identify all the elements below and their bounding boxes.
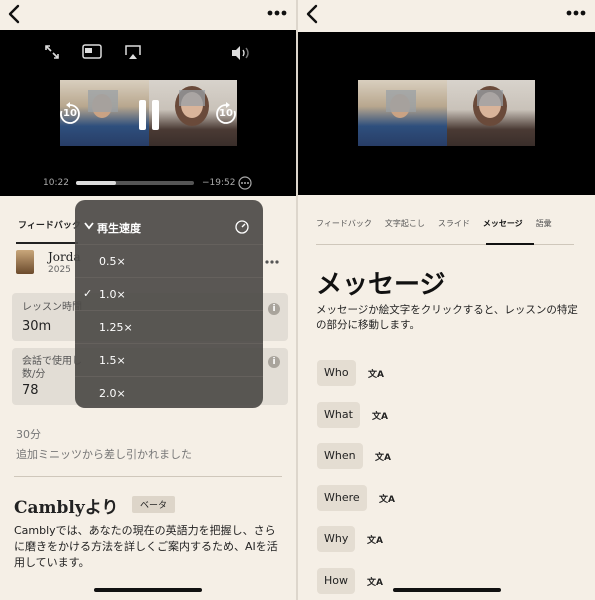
tab-bar: フィードバック 文字起こし スライド メッセージ 語彙: [316, 218, 552, 229]
options-circle-icon[interactable]: [238, 176, 252, 190]
speed-option[interactable]: ✓ 1.0×: [75, 278, 263, 311]
lesson-time-label: レッスン時間: [22, 302, 82, 313]
airplay-icon[interactable]: [124, 44, 142, 60]
message-chip[interactable]: Who: [317, 360, 356, 386]
pause-button[interactable]: [137, 98, 161, 136]
deducted-note: 追加ミニッツから差し引かれました: [16, 448, 192, 461]
active-tab-underline: [486, 243, 534, 245]
words-label-line2: 数/分: [22, 369, 46, 380]
participant-left: [358, 80, 447, 146]
speed-option-label: 1.25×: [99, 321, 133, 334]
translate-icon[interactable]: 文A: [367, 533, 383, 549]
top-nav: [0, 0, 296, 30]
skip-back-button[interactable]: 10: [58, 102, 82, 130]
translate-icon[interactable]: 文A: [375, 450, 391, 466]
from-cambly-title: Camblyより: [14, 498, 119, 518]
home-indicator: [94, 588, 202, 592]
message-chip[interactable]: When: [317, 443, 363, 469]
beta-badge: ベータ: [132, 496, 176, 513]
home-indicator: [392, 588, 501, 592]
video-player[interactable]: [298, 32, 595, 195]
speed-option-label: 1.0×: [99, 288, 126, 301]
from-cambly-text: Camblyでは、あなたの現在の英語力を把握し、さらに磨きをかける方法を詳しくご…: [14, 524, 278, 569]
message-chip[interactable]: Why: [317, 526, 356, 552]
tab-feedback[interactable]: フィードバック: [18, 218, 81, 231]
page-description: メッセージか絵文字をクリックすると、レッスンの特定の部分に移動します。: [316, 304, 578, 331]
tab-bar-line: [316, 244, 574, 245]
words-label-line1: 会話で使用し: [22, 356, 82, 367]
tab-messages[interactable]: メッセージ: [483, 218, 523, 229]
lesson-time-value: 30m: [22, 319, 52, 334]
translate-icon[interactable]: 文A: [367, 575, 383, 591]
translate-icon[interactable]: 文A: [372, 409, 388, 425]
chevron-left-icon: [306, 4, 318, 24]
video-player[interactable]: 10 10 10:22 −19:52: [0, 30, 296, 196]
translate-icon[interactable]: 文A: [379, 492, 395, 508]
page-title: メッセージ: [316, 270, 446, 300]
row-more-icon[interactable]: [264, 258, 280, 266]
avatar: [16, 250, 34, 274]
speed-option[interactable]: 1.25×: [75, 311, 263, 344]
checkmark-icon: ✓: [83, 287, 93, 300]
speed-option[interactable]: 1.5×: [75, 344, 263, 377]
playback-speed-header[interactable]: 再生速度: [75, 200, 263, 245]
message-chip[interactable]: Where: [317, 484, 367, 511]
info-icon[interactable]: i: [268, 303, 280, 315]
ellipsis-icon: [267, 10, 287, 16]
left-screen: 10 10 10:22 −19:52 フィードバック Jorda 2025 レッ…: [0, 0, 296, 600]
translate-icon[interactable]: 文A: [368, 367, 384, 383]
skip-forward-value: 10: [219, 108, 233, 119]
scrubber-progress: [76, 181, 117, 185]
skip-forward-button[interactable]: 10: [214, 102, 238, 130]
picture-in-picture-icon[interactable]: [82, 44, 102, 60]
volume-icon[interactable]: [230, 45, 252, 61]
pause-icon: [139, 100, 159, 130]
words-value: 78: [22, 383, 39, 398]
tab-slides[interactable]: スライド: [438, 218, 470, 229]
top-nav: [298, 0, 595, 30]
skip-back-value: 10: [63, 108, 77, 119]
participant-right: [446, 80, 535, 146]
lesson-date: 2025: [48, 265, 71, 275]
video-frame: [358, 80, 535, 146]
right-screen: フィードバック 文字起こし スライド メッセージ 語彙 メッセージ メッセージか…: [298, 0, 595, 600]
back-button[interactable]: [4, 2, 26, 26]
more-button[interactable]: [264, 4, 290, 22]
back-button[interactable]: [302, 2, 324, 26]
scrubber[interactable]: [76, 181, 194, 185]
speed-option[interactable]: 2.0×: [75, 377, 263, 410]
tab-transcript[interactable]: 文字起こし: [385, 218, 425, 229]
elapsed-time: 10:22: [43, 178, 69, 188]
tab-feedback[interactable]: フィードバック: [316, 218, 372, 229]
message-chip[interactable]: What: [317, 401, 360, 428]
chevron-down-icon: [84, 222, 94, 230]
chevron-left-icon: [8, 4, 20, 24]
minutes-deducted: 30分: [16, 428, 41, 441]
fullscreen-icon[interactable]: [44, 44, 60, 60]
speed-option[interactable]: 0.5×: [75, 245, 263, 278]
playback-speed-title: 再生速度: [97, 222, 141, 235]
remaining-time: −19:52: [202, 178, 236, 188]
speed-option-label: 2.0×: [99, 387, 126, 400]
info-icon[interactable]: i: [268, 356, 280, 368]
speedometer-icon: [235, 220, 249, 234]
tab-underline: [16, 242, 78, 244]
speed-option-label: 0.5×: [99, 255, 126, 268]
more-button[interactable]: [563, 4, 589, 22]
speed-option-label: 1.5×: [99, 354, 126, 367]
ellipsis-icon: [566, 10, 586, 16]
tab-vocabulary[interactable]: 語彙: [536, 218, 552, 229]
playback-speed-menu: 再生速度 0.5× ✓ 1.0× 1.25× 1.5× 2.0×: [75, 200, 263, 408]
message-chip[interactable]: How: [317, 567, 355, 594]
divider: [14, 476, 282, 477]
